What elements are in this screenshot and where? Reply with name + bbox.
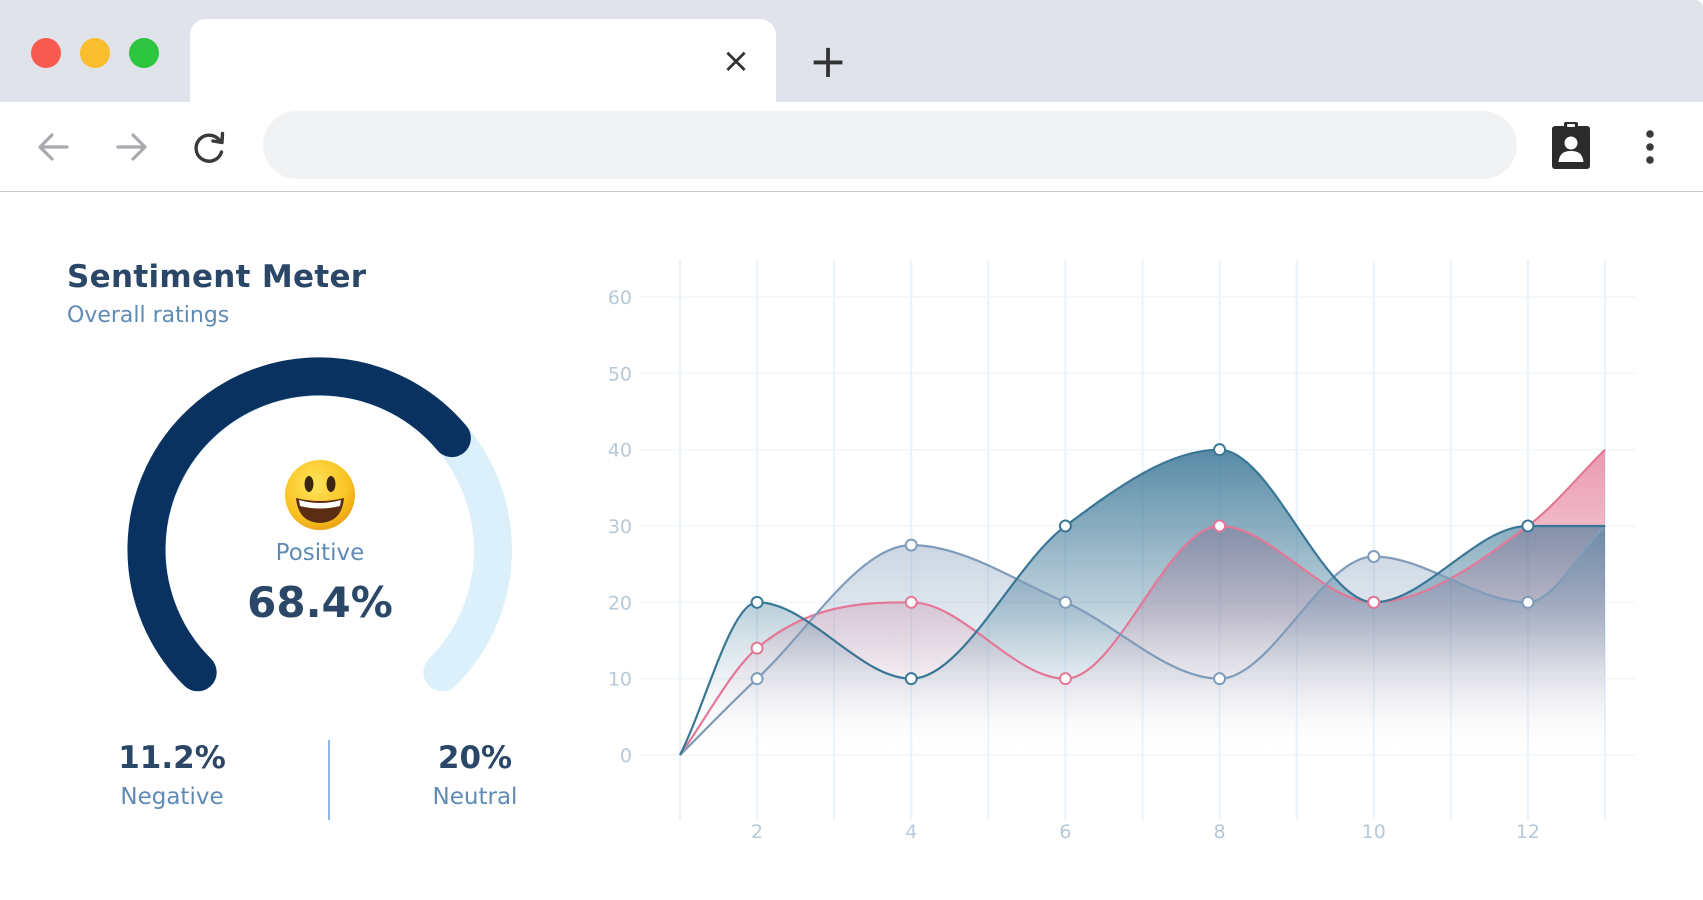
series-line [679,448,1605,756]
y-tick-label: 40 [608,440,632,462]
y-tick-label: 50 [608,363,632,385]
negative-label: Negative [120,784,224,810]
data-point[interactable] [1213,519,1227,533]
x-axis-ticks: 2 4 6 8 10 12 [751,821,1540,843]
data-point[interactable] [1058,595,1072,609]
close-window-button[interactable] [31,38,61,68]
y-tick-label: 10 [608,669,632,691]
y-tick-label: 30 [608,516,632,538]
chart-lines [679,448,1606,756]
data-point[interactable] [1521,595,1535,609]
data-point[interactable] [1213,672,1227,686]
browser-tab[interactable] [190,19,776,103]
y-axis-ticks: 0 10 20 30 40 50 60 [608,287,632,767]
tab-close-icon[interactable]: × [712,42,760,80]
chart-areas [680,449,1605,755]
series-area [680,449,1605,755]
series-line [679,525,1606,756]
series-area [680,526,1605,755]
y-tick-label: 20 [608,592,632,614]
x-tick-label: 2 [751,821,763,843]
data-point[interactable] [1058,519,1072,533]
x-tick-label: 10 [1362,821,1386,843]
data-point[interactable] [1213,443,1227,457]
profile-badge-icon[interactable] [1548,120,1594,172]
neutral-value: 20% [437,740,513,776]
minimize-window-button[interactable] [80,38,110,68]
data-point[interactable] [1521,519,1535,533]
address-bar[interactable] [263,111,1517,179]
y-tick-label: 0 [620,745,632,767]
gauge-label: Positive [275,540,365,566]
data-point[interactable] [750,595,764,609]
data-point[interactable] [904,672,918,686]
data-point[interactable] [1058,672,1072,686]
data-point[interactable] [1367,595,1381,609]
x-tick-label: 4 [905,821,917,843]
negative-value: 11.2% [118,740,226,776]
new-tab-button[interactable]: + [804,38,852,86]
data-point[interactable] [904,538,918,552]
browser-toolbar [0,102,1703,192]
chart-markers [750,443,1535,686]
smiling-face-icon [283,458,357,532]
data-point[interactable] [1367,550,1381,564]
chart-grid [640,260,1635,820]
data-point[interactable] [904,595,918,609]
gauge-value: 68.4% [247,578,393,627]
x-tick-label: 8 [1214,821,1226,843]
reload-icon[interactable] [186,124,232,170]
x-tick-label: 12 [1516,821,1540,843]
y-tick-label: 60 [608,287,632,309]
panel-title: Sentiment Meter [67,259,367,295]
tab-strip: × + [0,0,1703,103]
series-line [679,448,1606,756]
data-point[interactable] [1367,595,1381,609]
stats-divider [328,740,330,820]
x-tick-label: 6 [1059,821,1071,843]
neutral-label: Neutral [432,784,518,810]
maximize-window-button[interactable] [129,38,159,68]
series-area [680,449,1605,755]
data-point[interactable] [750,641,764,655]
panel-subtitle: Overall ratings [67,303,230,328]
back-arrow-icon[interactable] [31,124,77,170]
forward-arrow-icon[interactable] [108,124,154,170]
data-point[interactable] [750,672,764,686]
more-menu-icon[interactable] [1630,124,1670,170]
